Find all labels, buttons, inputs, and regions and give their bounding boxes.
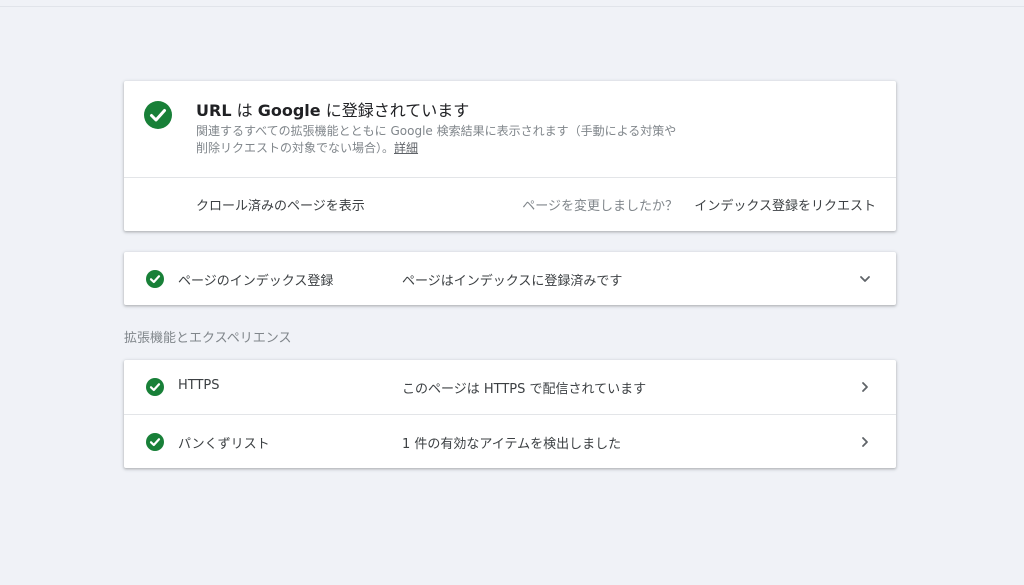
check-circle-icon: [144, 101, 172, 129]
url-status-title: URL は Google に登録されています: [196, 97, 469, 121]
page-indexing-label: ページのインデックス登録: [178, 274, 334, 289]
url-status-card: URL は Google に登録されています 関連するすべての拡張機能とともに …: [124, 81, 896, 231]
top-divider: [0, 6, 1024, 7]
title-url: URL: [196, 101, 232, 120]
title-ha: は: [231, 101, 258, 120]
page-indexing-card: ページのインデックス登録 ページはインデックスに登録済みです: [124, 252, 896, 305]
page-indexing-status: ページはインデックスに登録済みです: [402, 274, 623, 289]
title-google: Google: [257, 101, 321, 120]
url-status-description: 関連するすべての拡張機能とともに Google 検索結果に表示されます（手動によ…: [196, 123, 686, 157]
enhancement-name: パンくずリスト: [178, 437, 270, 452]
card-divider: [124, 177, 896, 178]
page-indexing-row[interactable]: ページのインデックス登録 ページはインデックスに登録済みです: [124, 252, 896, 306]
details-link[interactable]: 詳細: [394, 141, 418, 155]
enhancement-row-breadcrumbs[interactable]: パンくずリスト 1 件の有効なアイテムを検出しました: [124, 415, 896, 469]
enhancement-status: このページは HTTPS で配信されています: [402, 382, 647, 397]
request-indexing-button[interactable]: インデックス登録をリクエスト: [694, 195, 876, 214]
enhancement-status: 1 件の有効なアイテムを検出しました: [402, 437, 622, 452]
page-changed-question: ページを変更しましたか？: [522, 199, 678, 214]
chevron-right-icon[interactable]: [855, 432, 875, 452]
enhancement-row-https[interactable]: HTTPS このページは HTTPS で配信されています: [124, 360, 896, 415]
chevron-down-icon[interactable]: [855, 269, 875, 289]
check-circle-icon: [146, 270, 164, 288]
enhancements-card: HTTPS このページは HTTPS で配信されています パンくずリスト 1 件…: [124, 360, 896, 468]
check-circle-icon: [146, 433, 164, 451]
title-rest: に登録されています: [320, 101, 470, 120]
view-crawled-page-button[interactable]: クロール済みのページを表示: [196, 195, 365, 214]
enhancements-section-title: 拡張機能とエクスペリエンス: [124, 331, 292, 346]
enhancement-name: HTTPS: [178, 378, 220, 393]
check-circle-icon: [146, 378, 164, 396]
description-text: 関連するすべての拡張機能とともに Google 検索結果に表示されます（手動によ…: [196, 124, 677, 155]
chevron-right-icon[interactable]: [855, 377, 875, 397]
